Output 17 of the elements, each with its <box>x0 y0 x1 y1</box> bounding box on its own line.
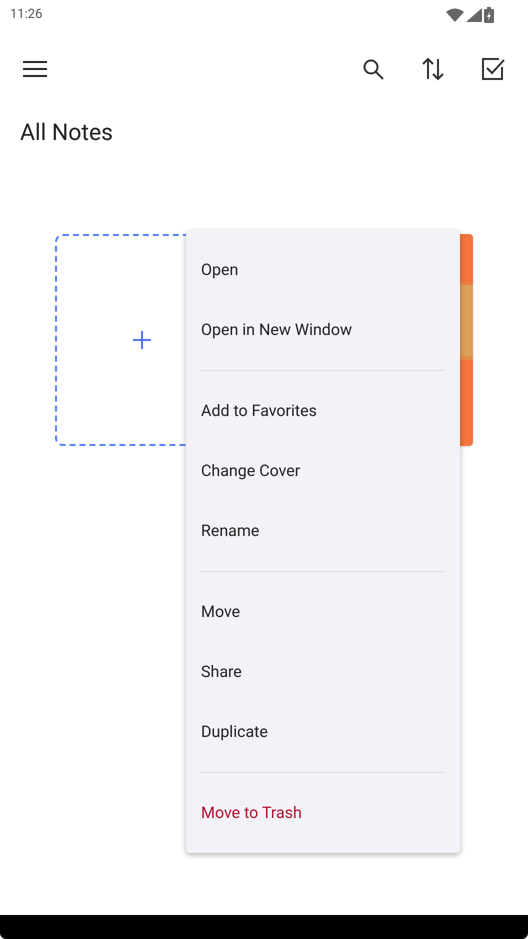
select-button[interactable] <box>480 56 506 82</box>
menu-item[interactable]: Duplicate <box>201 702 445 762</box>
menu-item[interactable]: Add to Favorites <box>201 381 445 441</box>
menu-item[interactable]: Change Cover <box>201 441 445 501</box>
plus-icon <box>132 330 150 348</box>
menu-item[interactable]: Move to Trash <box>201 783 445 843</box>
wifi-icon <box>446 8 464 22</box>
page-title: All Notes <box>19 118 114 148</box>
signal-icon <box>466 8 482 22</box>
status-time: 11:26 <box>10 6 42 24</box>
sort-button[interactable] <box>420 56 446 82</box>
menu-item[interactable]: Open in New Window <box>186 300 460 360</box>
menu-item[interactable]: Open <box>186 240 460 300</box>
menu-item[interactable]: Share <box>201 642 445 702</box>
menu-item[interactable]: Rename <box>201 501 445 561</box>
menu-item[interactable]: Move <box>201 582 445 642</box>
battery-icon <box>484 7 494 23</box>
